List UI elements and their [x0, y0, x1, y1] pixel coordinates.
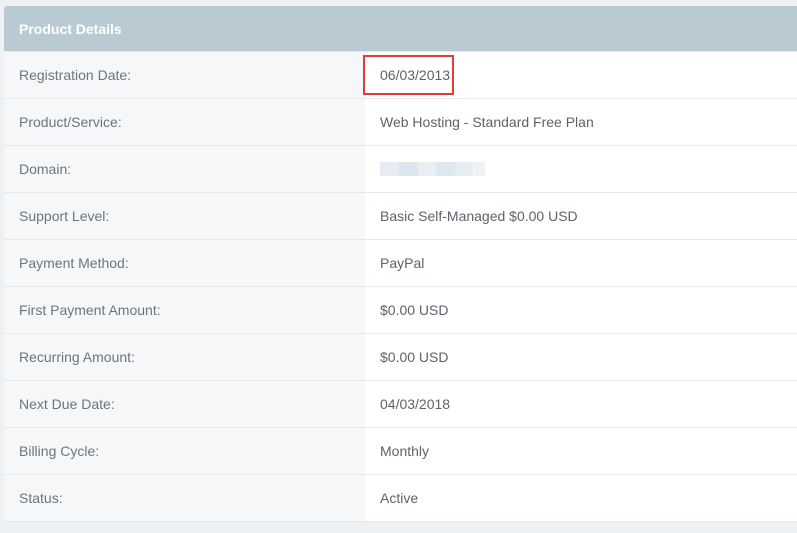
row-value: Basic Self-Managed $0.00 USD: [365, 193, 797, 239]
row-label: First Payment Amount:: [4, 287, 365, 333]
row-label: Billing Cycle:: [4, 428, 365, 474]
table-row-recurring-amount: Recurring Amount: $0.00 USD: [4, 333, 797, 380]
row-label: Domain:: [4, 146, 365, 192]
row-label: Product/Service:: [4, 99, 365, 145]
table-row-status: Status: Active: [4, 474, 797, 521]
row-label: Payment Method:: [4, 240, 365, 286]
product-details-panel: Product Details Registration Date: 06/03…: [4, 6, 797, 521]
table-row-first-payment-amount: First Payment Amount: $0.00 USD: [4, 286, 797, 333]
panel-title: Product Details: [4, 6, 797, 51]
row-value: PayPal: [365, 240, 797, 286]
table-row-payment-method: Payment Method: PayPal: [4, 239, 797, 286]
row-value: $0.00 USD: [365, 334, 797, 380]
row-label: Registration Date:: [4, 52, 365, 98]
row-label: Status:: [4, 475, 365, 521]
table-row-registration-date: Registration Date: 06/03/2013: [4, 51, 797, 98]
row-value: 06/03/2013: [365, 52, 797, 98]
row-label: Support Level:: [4, 193, 365, 239]
row-label: Recurring Amount:: [4, 334, 365, 380]
table-row-support-level: Support Level: Basic Self-Managed $0.00 …: [4, 192, 797, 239]
row-label: Next Due Date:: [4, 381, 365, 427]
row-value: $0.00 USD: [365, 287, 797, 333]
redacted-domain: [380, 162, 485, 176]
row-value: Monthly: [365, 428, 797, 474]
row-value-domain: [365, 146, 797, 192]
row-value: Web Hosting - Standard Free Plan: [365, 99, 797, 145]
row-value: 04/03/2018: [365, 381, 797, 427]
table-row-next-due-date: Next Due Date: 04/03/2018: [4, 380, 797, 427]
table-row-billing-cycle: Billing Cycle: Monthly: [4, 427, 797, 474]
table-row-product-service: Product/Service: Web Hosting - Standard …: [4, 98, 797, 145]
table-row-domain: Domain:: [4, 145, 797, 192]
row-value: Active: [365, 475, 797, 521]
